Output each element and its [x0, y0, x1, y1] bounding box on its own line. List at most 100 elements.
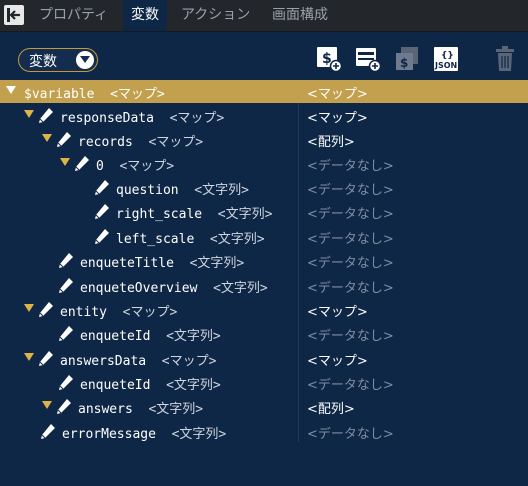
expand-arrow-icon[interactable]	[24, 304, 34, 313]
pen-icon[interactable]	[94, 203, 110, 220]
variable-value: <データなし>	[307, 329, 394, 344]
svg-text:$: $	[400, 56, 408, 70]
pen-icon[interactable]	[38, 301, 54, 318]
json-import-icon[interactable]: {} JSON	[433, 46, 459, 72]
tab-actions[interactable]: アクション	[173, 0, 258, 31]
variable-value: <データなし>	[307, 256, 394, 271]
variable-value: <マップ>	[307, 111, 368, 126]
variable-type: <マップ>	[148, 135, 204, 150]
svg-text:{}: {}	[441, 51, 454, 61]
pen-icon[interactable]	[56, 131, 72, 148]
variable-select[interactable]: 変数	[18, 48, 98, 72]
variable-name: enqueteId <文字列>	[80, 374, 221, 393]
pen-icon[interactable]	[56, 398, 72, 415]
pen-icon[interactable]	[40, 423, 56, 440]
variable-label: enqueteTitle	[80, 256, 190, 271]
tree-row[interactable]: enqueteId <文字列> <データなし>	[0, 322, 528, 345]
add-record-icon[interactable]	[355, 46, 382, 73]
variable-value: <データなし>	[307, 183, 394, 198]
pen-icon[interactable]	[38, 350, 54, 367]
variable-select-label: 変数	[29, 54, 57, 70]
variable-value: <データなし>	[307, 207, 394, 222]
variable-label: responseData	[60, 111, 170, 126]
copy-variable-icon[interactable]: $	[394, 46, 420, 72]
variable-name: enqueteOverview <文字列>	[80, 277, 268, 296]
expand-arrow-icon[interactable]	[60, 158, 70, 167]
toolbar: 変数 $ $ {} JSON	[0, 32, 528, 78]
variable-name: 0 <マップ>	[96, 155, 174, 174]
variable-label: enqueteId	[80, 329, 167, 344]
variable-value: <配列>	[307, 135, 355, 150]
variable-label: $variable	[24, 87, 111, 102]
add-variable-icon[interactable]: $	[316, 46, 343, 73]
variable-label: left_scale	[116, 232, 210, 247]
tree-row[interactable]: records <マップ> <配列>	[0, 128, 528, 151]
variable-label: records	[78, 135, 149, 150]
tree-row[interactable]: answers <文字列> <配列>	[0, 395, 528, 418]
variable-type: <文字列>	[166, 329, 221, 344]
variable-label: 0	[96, 159, 120, 174]
expand-arrow-icon[interactable]	[42, 401, 52, 410]
pen-icon[interactable]	[38, 107, 54, 124]
variable-name: entity <マップ>	[60, 301, 177, 320]
svg-text:JSON: JSON	[434, 61, 457, 70]
tab-variables[interactable]: 変数	[123, 0, 167, 31]
tab-screen-structure[interactable]: 画面構成	[264, 0, 336, 31]
expand-arrow-icon[interactable]	[6, 86, 16, 95]
variable-value: <マップ>	[307, 354, 368, 369]
variable-value: <データなし>	[307, 378, 394, 393]
tree-row[interactable]: entity <マップ> <マップ>	[0, 298, 528, 321]
pen-icon[interactable]	[58, 325, 74, 342]
pen-icon[interactable]	[58, 374, 74, 391]
variable-name: answers <文字列>	[78, 398, 203, 417]
variable-type: <マップ>	[169, 111, 225, 126]
tree-row[interactable]: question <文字列> <データなし>	[0, 176, 528, 199]
variable-name: left_scale <文字列>	[116, 228, 265, 247]
tree-row[interactable]: errorMessage <文字列> <データなし>	[0, 420, 528, 443]
variable-name: enqueteId <文字列>	[80, 325, 221, 344]
variable-label: right_scale	[116, 207, 218, 222]
variable-label: question	[116, 183, 195, 198]
variable-type: <マップ>	[119, 159, 175, 174]
pen-icon[interactable]	[58, 277, 74, 294]
variable-value: <マップ>	[307, 305, 368, 320]
tree-row[interactable]: responseData <マップ> <マップ>	[0, 104, 528, 127]
pen-icon[interactable]	[94, 228, 110, 245]
tree-row[interactable]: answersData <マップ> <マップ>	[0, 347, 528, 370]
tree-row[interactable]: 0 <マップ> <データなし>	[0, 152, 528, 175]
variable-value: <配列>	[307, 402, 355, 417]
variable-type: <文字列>	[148, 402, 204, 417]
tree-row[interactable]: enqueteOverview <文字列> <データなし>	[0, 274, 528, 297]
tree-row[interactable]: $variable <マップ> <マップ>	[0, 80, 528, 103]
variable-label: enqueteId	[80, 378, 167, 393]
pen-icon[interactable]	[94, 179, 110, 196]
variable-name: right_scale <文字列>	[116, 203, 272, 222]
tree-row[interactable]: enqueteTitle <文字列> <データなし>	[0, 249, 528, 272]
variable-value: <データなし>	[307, 427, 394, 442]
trash-icon[interactable]	[493, 46, 519, 72]
tab-properties[interactable]: プロパティ	[31, 0, 116, 31]
expand-arrow-icon[interactable]	[24, 353, 34, 362]
expand-arrow-icon[interactable]	[42, 134, 52, 143]
tree-row[interactable]: enqueteId <文字列> <データなし>	[0, 371, 528, 394]
panel-toggle-icon[interactable]	[4, 5, 24, 25]
variable-label: errorMessage	[62, 427, 172, 442]
variable-type: <文字列>	[171, 427, 227, 442]
variable-type: <文字列>	[217, 207, 273, 222]
variable-name: errorMessage <文字列>	[62, 423, 226, 442]
variable-type: <マップ>	[122, 305, 178, 320]
variable-label: enqueteOverview	[80, 281, 214, 296]
variable-name: enqueteTitle <文字列>	[80, 252, 244, 271]
tab-bar: プロパティ 変数 アクション 画面構成	[0, 0, 528, 32]
variable-value: <マップ>	[307, 87, 368, 102]
pen-icon[interactable]	[74, 155, 90, 172]
variable-type: <文字列>	[189, 256, 245, 271]
variable-value: <データなし>	[307, 281, 394, 296]
variable-type: <文字列>	[166, 378, 221, 393]
expand-arrow-icon[interactable]	[24, 110, 34, 119]
chevron-down-icon	[76, 51, 94, 69]
tree-row[interactable]: right_scale <文字列> <データなし>	[0, 200, 528, 223]
pen-icon[interactable]	[58, 252, 74, 269]
tree-row[interactable]: left_scale <文字列> <データなし>	[0, 225, 528, 248]
variable-type: <マップ>	[110, 87, 165, 102]
